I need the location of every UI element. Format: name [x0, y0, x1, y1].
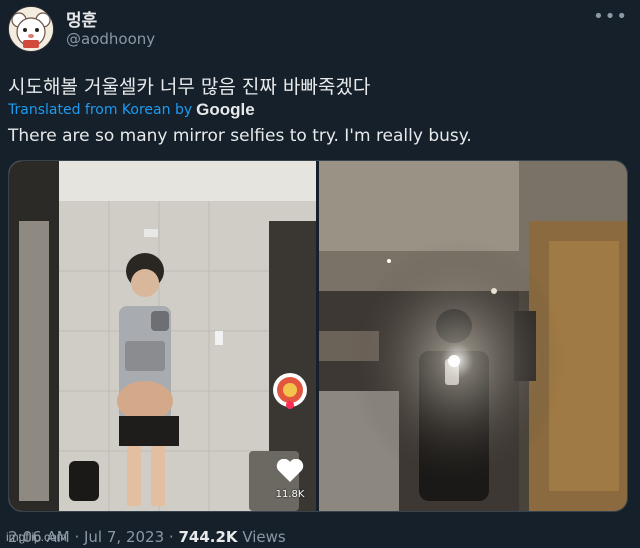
photo-mirror-selfie-hotel[interactable]: [319, 161, 627, 511]
translated-label[interactable]: Translated from Korean by: [8, 102, 192, 118]
avatar-illustration: [9, 7, 53, 51]
like-count: 11.8K: [275, 489, 305, 500]
tweet-translation: There are so many mirror selfies to try.…: [8, 126, 472, 146]
product-sticker-icon: [273, 373, 307, 409]
tweet-date[interactable]: Jul 7, 2023: [84, 528, 164, 546]
more-horizontal-icon: •••: [593, 6, 628, 27]
heart-icon: [276, 459, 304, 482]
more-options-button[interactable]: •••: [593, 6, 628, 27]
hotel-selfie-image: [319, 161, 627, 511]
translation-attribution[interactable]: Translated from Korean by Google: [8, 100, 255, 120]
tweet-text: 시도해볼 거울셀카 너무 많음 진짜 바빠죽겠다: [8, 76, 371, 98]
google-logo: Google: [196, 100, 255, 119]
tweet-time[interactable]: 2:06 AM: [8, 528, 70, 546]
tiktok-overlay: 11.8K: [270, 371, 310, 500]
meta-separator-2: ·: [168, 528, 174, 546]
avatar[interactable]: [8, 6, 54, 52]
author-handle[interactable]: @aodhoony: [66, 30, 155, 48]
views-count: 744.2K: [178, 528, 238, 546]
tweet-meta: 2:06 AM · Jul 7, 2023 · 744.2K Views: [8, 528, 286, 546]
author-display-name[interactable]: 멍훈: [66, 6, 97, 31]
media-grid: 11.8K: [8, 160, 628, 512]
meta-separator: ·: [74, 528, 80, 546]
views-label: Views: [242, 528, 286, 546]
photo-mirror-selfie-bathroom[interactable]: 11.8K: [9, 161, 316, 511]
